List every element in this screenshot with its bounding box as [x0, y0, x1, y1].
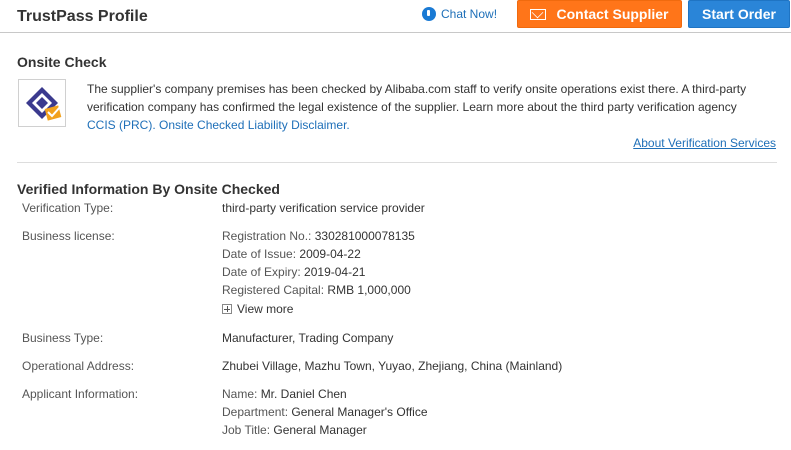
- mail-icon: [530, 8, 547, 20]
- start-order-label: Start Order: [702, 6, 776, 22]
- operational-address-label: Operational Address:: [22, 359, 135, 373]
- view-more-toggle[interactable]: View more: [222, 302, 293, 316]
- business-license-label: Business license:: [22, 229, 115, 243]
- registration-no-value: 330281000078135: [314, 229, 415, 243]
- registered-capital-label: Registered Capital:: [222, 283, 325, 297]
- chat-icon: [422, 7, 436, 21]
- date-of-issue: Date of Issue: 2009-04-22: [222, 247, 361, 261]
- disclaimer-link[interactable]: Onsite Checked Liability Disclaimer.: [159, 118, 350, 132]
- date-of-expiry-value: 2019-04-21: [304, 265, 366, 279]
- section-divider: [17, 162, 777, 163]
- onsite-description-text: The supplier's company premises has been…: [87, 82, 747, 114]
- registration-no-label: Registration No.:: [222, 229, 312, 243]
- onsite-description: The supplier's company premises has been…: [87, 80, 777, 134]
- contact-supplier-button[interactable]: Contact Supplier: [517, 0, 682, 28]
- applicant-name-value: Mr. Daniel Chen: [260, 387, 347, 401]
- applicant-name-label: Name:: [222, 387, 258, 401]
- applicant-department-value: General Manager's Office: [291, 405, 428, 419]
- verification-type-value: third-party verification service provide…: [222, 201, 425, 215]
- registration-no: Registration No.: 330281000078135: [222, 229, 415, 243]
- applicant-department-label: Department:: [222, 405, 289, 419]
- applicant-job-title-label: Job Title:: [222, 423, 271, 437]
- plus-icon: [222, 304, 232, 314]
- verified-info-title: Verified Information By Onsite Checked: [17, 181, 280, 197]
- page-title: TrustPass Profile: [17, 8, 148, 25]
- registered-capital-value: RMB 1,000,000: [327, 283, 411, 297]
- business-type-label: Business Type:: [22, 331, 104, 345]
- business-type-value: Manufacturer, Trading Company: [222, 331, 394, 345]
- date-of-expiry: Date of Expiry: 2019-04-21: [222, 265, 365, 279]
- applicant-info-label: Applicant Information:: [22, 387, 139, 401]
- chat-now-label: Chat Now!: [441, 7, 498, 21]
- about-verification-link[interactable]: About Verification Services: [633, 136, 776, 150]
- verification-type-label: Verification Type:: [22, 201, 114, 215]
- contact-supplier-label: Contact Supplier: [556, 6, 669, 22]
- date-of-expiry-label: Date of Expiry:: [222, 265, 301, 279]
- applicant-department: Department: General Manager's Office: [222, 405, 428, 419]
- operational-address-value: Zhubei Village, Mazhu Town, Yuyao, Zheji…: [222, 359, 563, 373]
- applicant-name: Name: Mr. Daniel Chen: [222, 387, 347, 401]
- view-more-label: View more: [237, 302, 294, 316]
- start-order-button[interactable]: Start Order: [688, 0, 790, 28]
- chat-now-link[interactable]: Chat Now!: [422, 6, 497, 22]
- ccis-link[interactable]: CCIS (PRC).: [87, 118, 156, 132]
- applicant-job-title: Job Title: General Manager: [222, 423, 367, 437]
- onsite-check-title: Onsite Check: [17, 54, 107, 70]
- header-bar: TrustPass Profile Chat Now! Contact Supp…: [0, 0, 791, 33]
- date-of-issue-value: 2009-04-22: [299, 247, 361, 261]
- onsite-check-icon: [18, 79, 66, 127]
- registered-capital: Registered Capital: RMB 1,000,000: [222, 283, 411, 297]
- date-of-issue-label: Date of Issue:: [222, 247, 297, 261]
- applicant-job-title-value: General Manager: [273, 423, 367, 437]
